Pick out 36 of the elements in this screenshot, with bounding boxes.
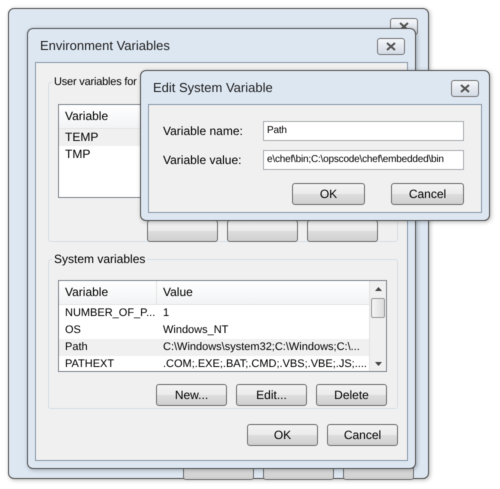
variable-cell[interactable]: Path	[59, 339, 157, 356]
variable-cell[interactable]: NUMBER_OF_P...	[59, 305, 157, 322]
variable-cell[interactable]: PATHEXT	[59, 356, 157, 373]
window-title: Environment Variables	[40, 38, 170, 53]
column-header[interactable]: Value	[157, 281, 369, 304]
scroll-thumb[interactable]	[371, 298, 385, 318]
value-cell[interactable]: .COM;.EXE;.BAT;.CMD;.VBS;.VBE;.JS;....	[157, 356, 367, 373]
scroll-up-icon[interactable]	[374, 287, 382, 291]
close-icon	[386, 42, 396, 51]
scroll-down-icon[interactable]	[374, 362, 382, 366]
value-cell[interactable]: C:\Windows\system32;C:\Windows;C:\...	[157, 339, 360, 356]
window-title: Edit System Variable	[153, 80, 273, 95]
close-icon	[460, 84, 470, 93]
dialog-button[interactable]: Cancel	[327, 424, 398, 446]
partly-hidden-button[interactable]	[307, 220, 378, 242]
partly-hidden-button[interactable]	[227, 220, 298, 242]
dialog-button[interactable]: OK	[292, 183, 365, 205]
input-field[interactable]: e\chef\bin;C:\opscode\chef\embedded\bin	[263, 150, 464, 170]
dialog-button[interactable]: Edit...	[236, 384, 307, 406]
partly-hidden-button[interactable]	[147, 220, 218, 242]
field-label: Variable name:	[163, 124, 244, 138]
dialog-button[interactable]: Delete	[316, 384, 387, 406]
value-cell[interactable]: 1	[157, 305, 170, 322]
group-label: System variables	[53, 252, 146, 266]
close-button[interactable]	[377, 38, 405, 55]
dialog-button[interactable]: OK	[247, 424, 318, 446]
scrollbar[interactable]	[369, 281, 386, 371]
dialog-button[interactable]: New...	[156, 384, 227, 406]
value-cell[interactable]: Windows_NT	[157, 322, 228, 339]
input-field[interactable]: Path	[263, 121, 464, 141]
dialog-button[interactable]: Cancel	[391, 183, 464, 205]
group-label: User variables for	[53, 76, 138, 88]
column-header[interactable]: Variable	[59, 281, 157, 304]
variable-cell[interactable]: OS	[59, 322, 157, 339]
close-button[interactable]	[451, 80, 479, 97]
field-label: Variable value:	[163, 153, 242, 167]
